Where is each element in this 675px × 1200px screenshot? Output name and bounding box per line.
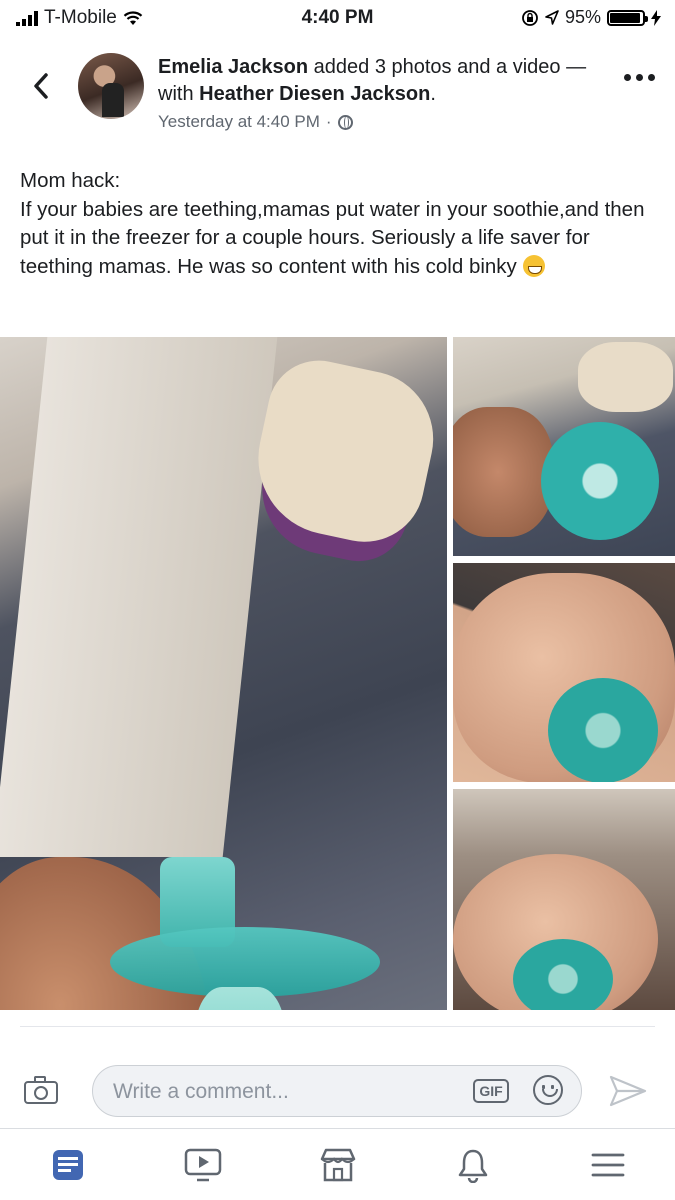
send-icon [609,1075,647,1107]
tab-bar [0,1129,675,1200]
comment-input[interactable] [111,1066,445,1117]
battery-fill [610,12,641,23]
photo-pacifier [548,678,658,782]
bell-icon [458,1149,487,1183]
orientation-lock-icon [522,9,538,26]
photo-cloth [578,342,673,412]
post-meta: Yesterday at 4:40 PM · [158,112,353,132]
author-name[interactable]: Emelia Jackson [158,56,308,78]
photo-wall [0,337,278,857]
comment-field[interactable]: GIF [92,1065,582,1117]
send-button[interactable] [608,1074,648,1108]
gif-button[interactable]: GIF [473,1079,509,1103]
photo-baby-1[interactable] [453,563,675,782]
tab-menu[interactable] [540,1129,675,1200]
charging-bolt-icon [651,9,661,26]
news-feed-icon [52,1149,83,1180]
post-text-line: Mom hack: [20,169,121,192]
location-arrow-icon [545,9,559,25]
tab-marketplace[interactable] [270,1129,405,1200]
period: . [430,83,436,105]
dot [636,74,643,81]
post-header-text: Emelia Jackson added 3 photos and a vide… [158,54,588,108]
reaction-bar [0,1010,675,1055]
tab-watch[interactable] [135,1129,270,1200]
photo-hand [453,407,553,537]
comment-bar: GIF [0,1054,675,1129]
post-timestamp[interactable]: Yesterday at 4:40 PM [158,112,320,132]
meta-separator: · [325,112,332,131]
photo-pacifier [541,422,659,540]
dot [648,74,655,81]
author-avatar[interactable] [78,53,144,119]
camera-lens [34,1086,48,1100]
smiley-icon [542,1089,558,1097]
photo-pacifier [513,939,613,1010]
globe-icon [337,114,353,130]
chevron-left-icon [34,73,48,99]
photo-pacifier-closeup[interactable] [0,337,447,1010]
status-right: 95% [521,7,661,28]
camera-button[interactable] [24,1076,60,1104]
avatar-figure [102,83,124,117]
tab-notifications[interactable] [405,1129,540,1200]
more-options-button[interactable] [624,74,655,81]
grinning-sweat-emoji-icon [522,254,545,277]
marketplace-icon [320,1148,355,1181]
photo-cloth [244,351,446,553]
battery-percent: 95% [564,7,601,27]
tagged-name[interactable]: Heather Diesen Jackson [199,83,430,105]
post-text-body: If your babies are teething,mamas put wa… [20,196,660,282]
battery-icon [607,9,648,26]
post-text-line: If your babies are teething,mamas put wa… [20,197,645,278]
photo-pacifier-front[interactable] [453,337,675,556]
dot [624,74,631,81]
menu-icon [591,1153,624,1176]
back-button[interactable] [26,66,56,106]
video-icon [184,1148,221,1181]
post-text: Mom hack: If your babies are teething,ma… [20,167,660,281]
divider [20,1026,655,1027]
status-bar: T-Mobile 4:40 PM 95% [0,0,675,36]
sticker-button[interactable] [533,1075,563,1105]
tab-news-feed[interactable] [0,1129,135,1200]
photo-baby-2[interactable] [453,789,675,1010]
